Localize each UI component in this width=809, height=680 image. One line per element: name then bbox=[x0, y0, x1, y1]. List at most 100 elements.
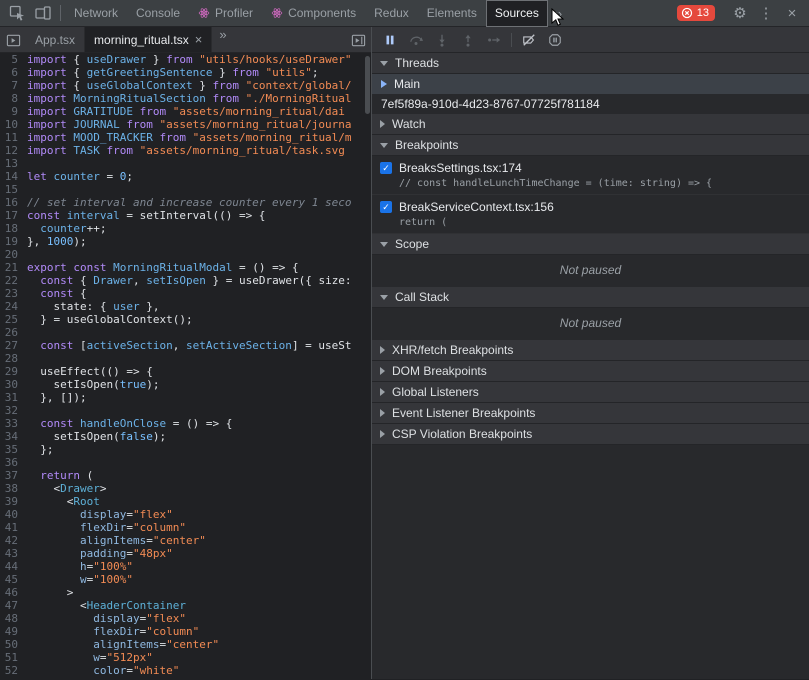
watch-section-header[interactable]: Watch bbox=[372, 114, 809, 135]
line-number[interactable]: 44 bbox=[0, 560, 27, 573]
scope-section-header[interactable]: Scope bbox=[372, 234, 809, 255]
pause-on-exceptions-icon[interactable] bbox=[542, 28, 568, 52]
tab-console[interactable]: Console bbox=[127, 0, 189, 27]
breakpoint-item[interactable]: ✓BreaksSettings.tsx:174// const handleLu… bbox=[372, 156, 809, 195]
code-text[interactable]: return ( bbox=[27, 469, 371, 482]
line-number[interactable]: 49 bbox=[0, 625, 27, 638]
code-text[interactable] bbox=[27, 248, 371, 261]
line-number[interactable]: 34 bbox=[0, 430, 27, 443]
line-number[interactable]: 29 bbox=[0, 365, 27, 378]
line-number[interactable]: 16 bbox=[0, 196, 27, 209]
line-number[interactable]: 19 bbox=[0, 235, 27, 248]
code-text[interactable]: w="512px" bbox=[27, 651, 371, 664]
line-number[interactable]: 26 bbox=[0, 326, 27, 339]
thread-item-worker[interactable]: 7ef5f89a-910d-4d23-8767-07725f781184 bbox=[372, 94, 809, 114]
line-number[interactable]: 21 bbox=[0, 261, 27, 274]
code-text[interactable]: const { Drawer, setIsOpen } = useDrawer(… bbox=[27, 274, 371, 287]
code-text[interactable]: const { bbox=[27, 287, 371, 300]
code-text[interactable]: const handleOnClose = () => { bbox=[27, 417, 371, 430]
tab-sources[interactable]: Sources bbox=[486, 0, 548, 27]
line-number[interactable]: 36 bbox=[0, 456, 27, 469]
section-header-xhr-fetch-breakpoints[interactable]: XHR/fetch Breakpoints bbox=[372, 340, 809, 361]
threads-section-header[interactable]: Threads bbox=[372, 53, 809, 74]
code-text[interactable]: <HeaderContainer bbox=[27, 599, 371, 612]
line-number[interactable]: 50 bbox=[0, 638, 27, 651]
code-text[interactable]: alignItems="center" bbox=[27, 534, 371, 547]
line-number[interactable]: 41 bbox=[0, 521, 27, 534]
tab-profiler[interactable]: Profiler bbox=[189, 0, 262, 27]
line-number[interactable]: 6 bbox=[0, 66, 27, 79]
code-text[interactable]: display="flex" bbox=[27, 508, 371, 521]
line-number[interactable]: 22 bbox=[0, 274, 27, 287]
line-number[interactable]: 5 bbox=[0, 53, 27, 66]
code-text[interactable]: import GRATITUDE from "assets/morning_ri… bbox=[27, 105, 371, 118]
code-text[interactable]: import { useDrawer } from "utils/hooks/u… bbox=[27, 53, 371, 66]
code-text[interactable] bbox=[27, 183, 371, 196]
close-tab-icon[interactable]: × bbox=[195, 32, 203, 47]
line-number[interactable]: 18 bbox=[0, 222, 27, 235]
code-text[interactable] bbox=[27, 352, 371, 365]
breakpoint-item[interactable]: ✓BreakServiceContext.tsx:156return ( bbox=[372, 195, 809, 234]
tab-redux[interactable]: Redux bbox=[365, 0, 418, 27]
show-navigator-icon[interactable] bbox=[0, 27, 26, 53]
line-number[interactable]: 9 bbox=[0, 105, 27, 118]
line-number[interactable]: 15 bbox=[0, 183, 27, 196]
more-options-icon[interactable]: ⋮ bbox=[753, 0, 779, 26]
pause-icon[interactable] bbox=[377, 28, 403, 52]
step-out-icon[interactable] bbox=[455, 28, 481, 52]
line-number[interactable]: 39 bbox=[0, 495, 27, 508]
code-text[interactable]: }, []); bbox=[27, 391, 371, 404]
code-text[interactable]: useEffect(() => { bbox=[27, 365, 371, 378]
code-text[interactable]: import { useGlobalContext } from "contex… bbox=[27, 79, 371, 92]
step-into-icon[interactable] bbox=[429, 28, 455, 52]
line-number[interactable]: 8 bbox=[0, 92, 27, 105]
code-text[interactable]: import { getGreetingSentence } from "uti… bbox=[27, 66, 371, 79]
line-number[interactable]: 23 bbox=[0, 287, 27, 300]
code-text[interactable] bbox=[27, 404, 371, 417]
line-number[interactable]: 24 bbox=[0, 300, 27, 313]
code-text[interactable]: import MorningRitualSection from "./Morn… bbox=[27, 92, 371, 105]
code-editor[interactable]: 5import { useDrawer } from "utils/hooks/… bbox=[0, 53, 371, 679]
code-text[interactable]: // set interval and increase counter eve… bbox=[27, 196, 371, 209]
code-text[interactable]: setIsOpen(true); bbox=[27, 378, 371, 391]
file-tab[interactable]: morning_ritual.tsx× bbox=[85, 27, 212, 52]
line-number[interactable]: 52 bbox=[0, 664, 27, 677]
deactivate-breakpoints-icon[interactable] bbox=[516, 28, 542, 52]
line-number[interactable]: 10 bbox=[0, 118, 27, 131]
code-text[interactable]: } = useGlobalContext(); bbox=[27, 313, 371, 326]
line-number[interactable]: 33 bbox=[0, 417, 27, 430]
line-number[interactable]: 37 bbox=[0, 469, 27, 482]
code-text[interactable]: > bbox=[27, 586, 371, 599]
line-number[interactable]: 12 bbox=[0, 144, 27, 157]
code-text[interactable]: h="100%" bbox=[27, 560, 371, 573]
line-number[interactable]: 7 bbox=[0, 79, 27, 92]
code-text[interactable]: import MOOD_TRACKER from "assets/morning… bbox=[27, 131, 371, 144]
line-number[interactable]: 40 bbox=[0, 508, 27, 521]
code-text[interactable]: display="flex" bbox=[27, 612, 371, 625]
line-number[interactable]: 42 bbox=[0, 534, 27, 547]
tab-elements[interactable]: Elements bbox=[418, 0, 486, 27]
line-number[interactable]: 13 bbox=[0, 157, 27, 170]
line-number[interactable]: 38 bbox=[0, 482, 27, 495]
code-text[interactable]: flexDir="column" bbox=[27, 521, 371, 534]
settings-gear-icon[interactable]: ⚙ bbox=[727, 0, 753, 26]
code-text[interactable]: state: { user }, bbox=[27, 300, 371, 313]
code-text[interactable] bbox=[27, 326, 371, 339]
line-number[interactable]: 32 bbox=[0, 404, 27, 417]
code-text[interactable]: let counter = 0; bbox=[27, 170, 371, 183]
inspect-icon[interactable] bbox=[4, 0, 30, 26]
code-text[interactable]: setIsOpen(false); bbox=[27, 430, 371, 443]
breakpoints-section-header[interactable]: Breakpoints bbox=[372, 135, 809, 156]
code-text[interactable]: }; bbox=[27, 443, 371, 456]
line-number[interactable]: 11 bbox=[0, 131, 27, 144]
editor-scrollbar[interactable] bbox=[365, 56, 370, 114]
code-text[interactable]: const interval = setInterval(() => { bbox=[27, 209, 371, 222]
close-icon[interactable]: × bbox=[779, 0, 805, 26]
line-number[interactable]: 48 bbox=[0, 612, 27, 625]
code-text[interactable]: w="100%" bbox=[27, 573, 371, 586]
step-icon[interactable] bbox=[481, 28, 507, 52]
code-text[interactable]: flexDir="column" bbox=[27, 625, 371, 638]
section-header-dom-breakpoints[interactable]: DOM Breakpoints bbox=[372, 361, 809, 382]
line-number[interactable]: 47 bbox=[0, 599, 27, 612]
code-text[interactable]: color="white" bbox=[27, 664, 371, 677]
